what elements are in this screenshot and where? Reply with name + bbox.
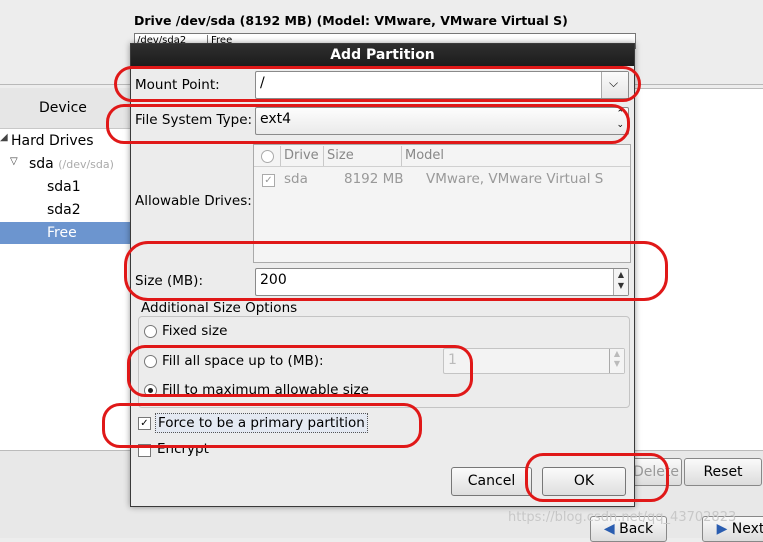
dialog-title: Add Partition — [131, 44, 634, 66]
cancel-button[interactable]: Cancel — [451, 467, 532, 496]
allowable-drives-label: Allowable Drives: — [135, 193, 252, 209]
tree-item-sda[interactable]: sda (/dev/sda) — [29, 156, 114, 172]
column-model: Model — [405, 148, 445, 163]
fill-upto-spinbox[interactable]: 1 ▲ ▼ — [443, 348, 625, 374]
primary-label[interactable]: Force to be a primary partition — [155, 413, 368, 433]
size-spinbox[interactable]: 200 ▲ ▼ — [255, 268, 629, 296]
next-button-label: Next — [731, 521, 763, 537]
watermark: https://blog.csdn.net/qq_43702823 — [508, 510, 737, 525]
fixed-size-radio[interactable] — [144, 325, 157, 338]
row-drive: sda — [284, 171, 308, 187]
drives-table-header: Drive Size Model — [254, 145, 630, 167]
fill-upto-radio[interactable] — [144, 355, 157, 368]
collapse-arrow-icon[interactable]: ▽ — [10, 156, 18, 167]
radio-icon — [261, 150, 274, 163]
mount-point-value: / — [260, 75, 265, 91]
fs-type-label: File System Type: — [135, 112, 253, 128]
row-model: VMware, VMware Virtual S — [426, 171, 604, 187]
spin-arrows-icon[interactable]: ▲ ▼ — [609, 349, 624, 373]
fs-type-value: ext4 — [260, 111, 292, 127]
fill-max-radio[interactable] — [144, 384, 157, 397]
reset-button[interactable]: Reset — [684, 458, 762, 486]
tree-item-free[interactable]: Free — [47, 225, 77, 241]
tree-item-sda-path: (/dev/sda) — [58, 158, 114, 171]
fill-upto-label[interactable]: Fill all space up to (MB): — [162, 353, 324, 369]
fill-max-label[interactable]: Fill to maximum allowable size — [162, 382, 369, 398]
fixed-size-label[interactable]: Fixed size — [162, 323, 227, 339]
tree-item-sda-label: sda — [29, 156, 54, 172]
ok-button[interactable]: OK — [542, 467, 626, 496]
tree-item-sda2[interactable]: sda2 — [47, 202, 81, 218]
size-label: Size (MB): — [135, 273, 203, 289]
row-checkbox: ✓ — [262, 174, 275, 187]
fs-type-select[interactable]: ext4 ⌃ ⌄ — [255, 107, 629, 135]
delete-button[interactable]: Delete — [630, 458, 682, 486]
fill-upto-value: 1 — [448, 352, 457, 368]
device-header-label: Device — [39, 100, 87, 116]
primary-checkbox[interactable]: ✓ — [138, 417, 151, 430]
mount-point-combo[interactable]: / ⌵ — [255, 71, 629, 99]
encrypt-label[interactable]: Encrypt — [157, 441, 209, 457]
collapse-arrow-icon[interactable]: ◢ — [0, 132, 8, 143]
mount-point-label: Mount Point: — [135, 77, 220, 93]
updown-arrows-icon: ⌃ ⌄ — [616, 109, 624, 130]
size-options-legend: Additional Size Options — [139, 300, 300, 316]
tree-item-sda1[interactable]: sda1 — [47, 179, 81, 195]
tree-item-hard-drives[interactable]: Hard Drives — [11, 133, 94, 149]
column-size: Size — [324, 146, 402, 166]
size-value: 200 — [260, 272, 287, 288]
column-drive: Drive — [281, 146, 324, 166]
row-size: 8192 MB — [344, 171, 404, 187]
encrypt-checkbox[interactable] — [138, 444, 151, 457]
allowable-drives-table: Drive Size Model ✓ sda 8192 MB VMware, V… — [253, 144, 631, 263]
spin-arrows-icon[interactable]: ▲ ▼ — [613, 269, 628, 295]
select-all-radio — [254, 146, 281, 166]
chevron-down-icon[interactable]: ⌵ — [601, 72, 628, 98]
drive-title: Drive /dev/sda (8192 MB) (Model: VMware,… — [134, 13, 568, 28]
add-partition-dialog: Add Partition Mount Point: / ⌵ File Syst… — [130, 43, 635, 507]
